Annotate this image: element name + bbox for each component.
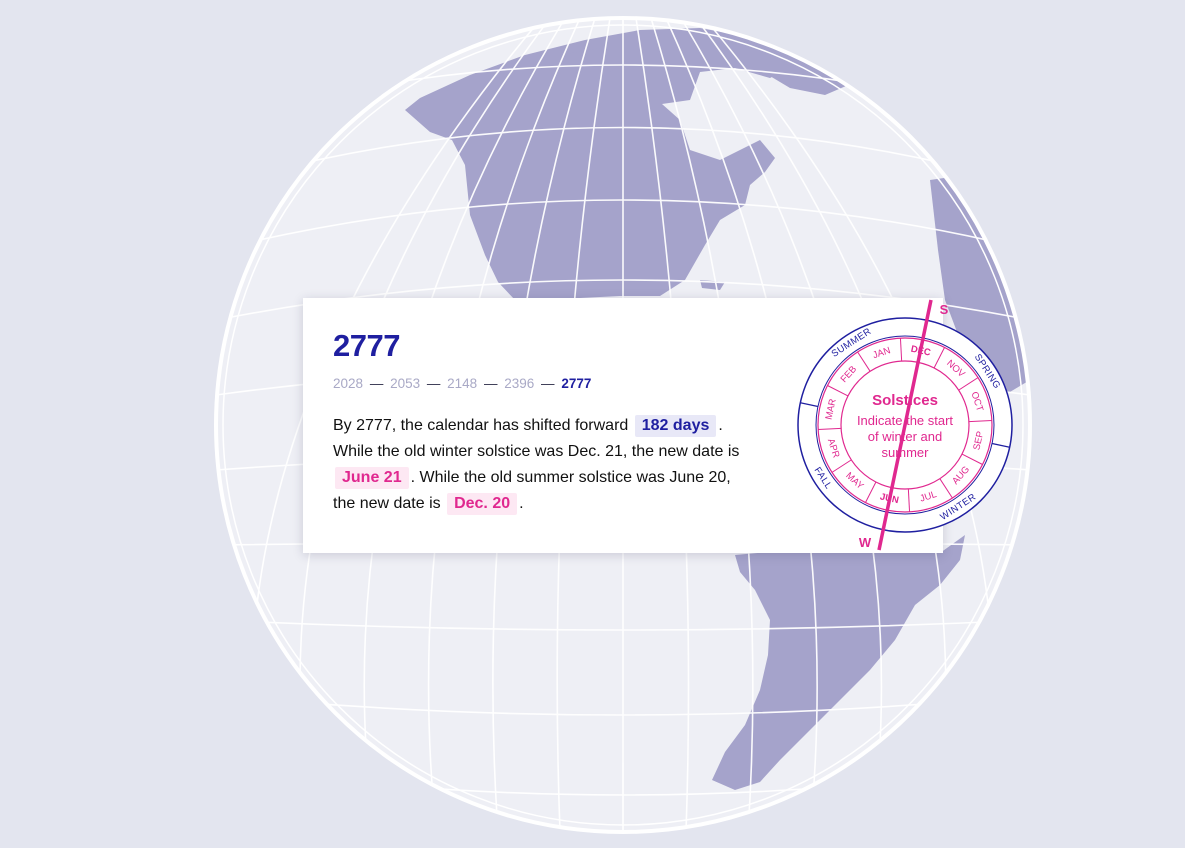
- description-part: By 2777, the calendar has shifted forwar…: [333, 417, 629, 434]
- timeline-year-2053[interactable]: 2053: [390, 376, 420, 391]
- calendar-wheel: DECNOVOCTSEPAUGJULJUNMAYAPRMARFEBJAN SPR…: [797, 299, 1013, 551]
- new-winter-solstice-highlight: June 21: [335, 467, 409, 489]
- winter-solstice-marker: W: [859, 535, 872, 550]
- shift-days-highlight: 182 days: [634, 415, 717, 437]
- timeline-year-2396[interactable]: 2396: [504, 376, 534, 391]
- timeline-separator: —: [369, 376, 384, 391]
- info-card: 2777 2028 — 2053 — 2148 — 2396 — 2777 By…: [303, 298, 1013, 553]
- timeline-separator: —: [426, 376, 441, 391]
- description-part: .: [718, 417, 723, 434]
- year-title: 2777: [333, 328, 400, 363]
- description-text: By 2777, the calendar has shifted forwar…: [333, 413, 753, 517]
- description-part: .: [519, 495, 524, 512]
- year-timeline: 2028 — 2053 — 2148 — 2396 — 2777: [333, 376, 591, 391]
- wheel-center-line: Indicate the start: [857, 413, 953, 428]
- timeline-separator: —: [541, 376, 555, 391]
- summer-solstice-marker: S: [940, 302, 949, 317]
- timeline-year-2148[interactable]: 2148: [447, 376, 477, 391]
- description-part: While the old winter solstice was Dec. 2…: [333, 443, 740, 460]
- timeline-year-2028[interactable]: 2028: [333, 376, 363, 391]
- timeline-separator: —: [483, 376, 498, 391]
- timeline-year-2777[interactable]: 2777: [561, 376, 591, 391]
- new-summer-solstice-highlight: Dec. 20: [447, 493, 518, 515]
- wheel-center-title: Solstices: [872, 392, 938, 409]
- wheel-center-line: summer: [882, 445, 930, 460]
- wheel-center-line: of winter and: [868, 429, 942, 444]
